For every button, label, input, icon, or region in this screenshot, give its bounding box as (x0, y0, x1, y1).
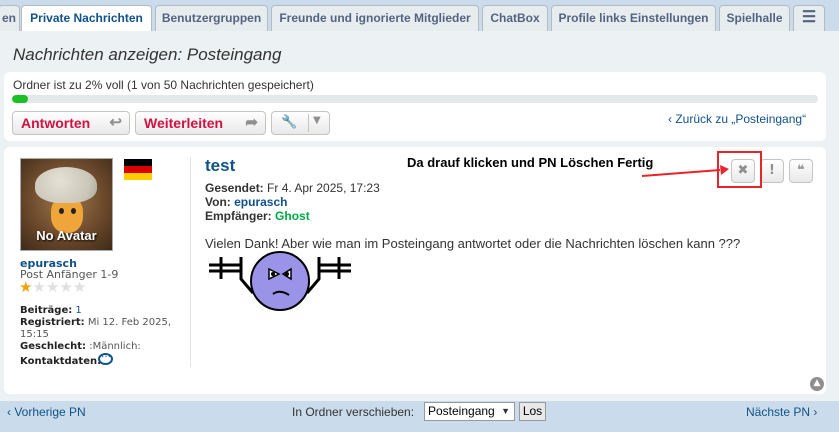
registered-value: Mi 12. Feb 2025, (87, 317, 172, 328)
message-sent: Gesendet: Fr 4. Apr 2025, 17:23 (205, 181, 380, 195)
forward-label: Weiterleiten (144, 115, 224, 131)
move-folder-select[interactable]: Posteingang ▼ (424, 402, 515, 421)
profile-gender: Geschlecht: :Männlich: (20, 341, 141, 352)
contact-chat-icon[interactable] (98, 349, 113, 365)
message-title[interactable]: test (205, 156, 235, 176)
contact-label: Kontaktdaten: (20, 356, 102, 367)
tab-menu-icon[interactable]: ☰ (793, 5, 825, 31)
post-divider (190, 157, 191, 367)
star-empty-icon: ★ (32, 278, 46, 296)
sent-label: Gesendet: (205, 181, 264, 195)
profile-registered-time: 15:15 (20, 329, 49, 340)
from-value[interactable]: epurasch (234, 195, 287, 209)
star-filled-icon: ★ (19, 278, 33, 296)
move-folder-selected: Posteingang (428, 404, 495, 418)
reply-button[interactable]: Antworten ↩ (12, 111, 130, 135)
tab-user-groups[interactable]: Benutzergruppen (155, 5, 268, 31)
profile-registered: Registriert: Mi 12. Feb 2025, (20, 317, 171, 328)
wrench-icon: 🔧 (281, 115, 298, 130)
divider (308, 114, 309, 132)
flag-germany-icon (124, 159, 152, 180)
avatar-cap (35, 167, 97, 203)
folder-progress-bar (12, 95, 818, 103)
report-button[interactable]: ! (760, 159, 784, 183)
avatar-eye (59, 208, 64, 214)
previous-pm-link[interactable]: ‹ Vorherige PN (7, 405, 86, 419)
tools-dropdown-button[interactable]: 🔧 ▼ (271, 111, 330, 135)
message-to: Empfänger: Ghost (205, 209, 310, 223)
tab-profile-links[interactable]: Profile links Einstellungen (551, 5, 716, 31)
gender-label: Geschlecht: (20, 341, 87, 352)
move-go-button[interactable]: Los (519, 402, 546, 421)
move-to-folder-label: In Ordner verschieben: (292, 405, 415, 419)
back-to-inbox-link[interactable]: ‹ Zurück zu „Posteingang“ (668, 112, 806, 126)
reply-icon: ↩ (109, 114, 122, 131)
tab-friends-foes[interactable]: Freunde und ignorierte Mitglieder (271, 5, 479, 31)
annotation-highlight-box (717, 151, 762, 188)
chevron-down-icon: ▼ (313, 115, 321, 126)
exclamation-icon: ! (769, 163, 775, 178)
star-empty-icon: ★ (72, 278, 87, 296)
avatar: No Avatar (20, 158, 113, 251)
annotation-text: Da drauf klicken und PN Löschen Fertig (407, 155, 654, 170)
posts-value[interactable]: 1 (75, 305, 81, 316)
angry-smiley-icon (209, 251, 351, 311)
profile-contact: Kontaktdaten: (20, 356, 101, 367)
folder-status-text: Ordner ist zu 2% voll (1 von 50 Nachrich… (13, 78, 314, 92)
forward-icon: ➦ (245, 114, 258, 131)
message-post (4, 147, 826, 394)
from-label: Von: (205, 195, 231, 209)
reply-label: Antworten (21, 115, 91, 131)
next-pm-link[interactable]: Nächste PN › (746, 405, 817, 419)
forward-button[interactable]: Weiterleiten ➦ (135, 111, 266, 135)
tab-chatbox[interactable]: ChatBox (482, 5, 548, 31)
star-empty-icon: ★ (59, 278, 73, 296)
quote-icon: ❝ (797, 163, 805, 178)
page-title: Nachrichten anzeigen: Posteingang (13, 45, 282, 64)
tab-arcade[interactable]: Spielhalle (719, 5, 790, 31)
tab-partial[interactable]: en (0, 5, 20, 31)
to-value[interactable]: Ghost (275, 209, 310, 223)
posts-label: Beiträge: (20, 305, 73, 316)
rank-stars: ★★★★★ (19, 278, 86, 296)
quote-button[interactable]: ❝ (789, 159, 813, 183)
message-from: Von: epurasch (205, 195, 287, 209)
folder-progress-fill (12, 95, 29, 103)
tab-private-messages[interactable]: Private Nachrichten (21, 5, 152, 32)
chevron-down-icon: ▼ (501, 406, 510, 416)
avatar-label: No Avatar (36, 228, 97, 243)
profile-posts: Beiträge: 1 (20, 305, 82, 316)
tab-bar: en Private Nachrichten Benutzergruppen F… (0, 5, 839, 32)
scroll-to-top-icon[interactable]: ▲ (810, 377, 824, 391)
avatar-eye (71, 208, 76, 214)
registered-value-time: 15:15 (20, 329, 49, 340)
registered-label: Registriert: (20, 317, 85, 328)
gender-value: :Männlich: (89, 341, 141, 352)
to-label: Empfänger: (205, 209, 272, 223)
sent-value: Fr 4. Apr 2025, 17:23 (267, 181, 380, 195)
star-empty-icon: ★ (45, 278, 60, 296)
